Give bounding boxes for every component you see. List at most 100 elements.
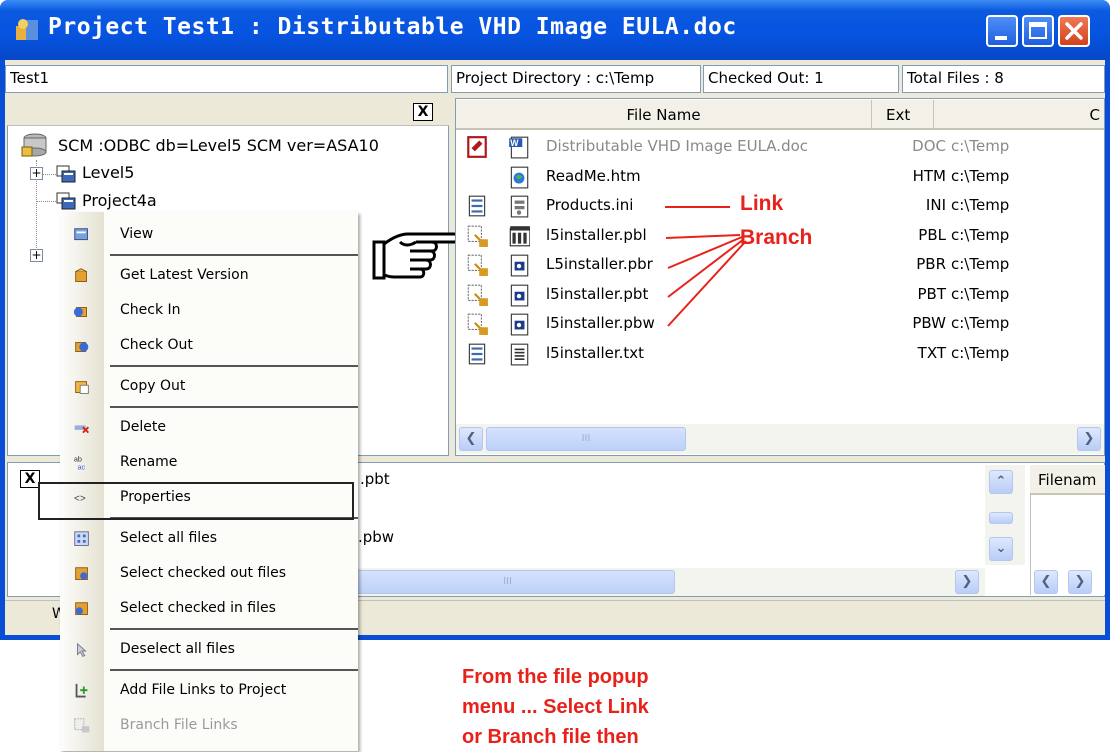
file-directory: c:\Temp — [951, 225, 1010, 244]
tree-close-button[interactable]: X — [413, 103, 433, 121]
branch-file-icon — [467, 254, 489, 276]
tree-expander[interactable]: + — [30, 249, 43, 262]
scroll-left-button[interactable]: ❮ — [459, 427, 483, 451]
column-header-file-name[interactable]: File Name — [456, 100, 872, 130]
view-icon — [72, 226, 90, 244]
menu-item-label: Select checked in files — [120, 600, 276, 616]
select-all-icon — [74, 531, 89, 546]
menu-item-select-checked-out-files[interactable]: Select checked out files — [60, 557, 358, 591]
history-close-button[interactable]: X — [20, 470, 40, 488]
menu-separator — [110, 406, 358, 408]
file-directory: c:\Temp — [951, 137, 1010, 155]
scroll-down-button[interactable]: ⌄ — [989, 537, 1013, 561]
project-folder-icon — [56, 192, 76, 210]
file-directory: c:\Temp — [951, 284, 1010, 303]
word-doc-icon: W — [508, 135, 530, 163]
file-row[interactable]: l5installer.pbt PBT c:\Temp — [456, 281, 1104, 309]
tree-line — [36, 201, 56, 202]
menu-item-label: View — [120, 226, 154, 242]
menu-item-check-out[interactable]: Check Out — [60, 329, 358, 363]
menu-item-check-in[interactable]: Check In — [60, 294, 358, 328]
delete-icon — [72, 419, 90, 437]
file-ext: DOC — [912, 137, 946, 155]
history-row-text: .pbw — [358, 528, 395, 546]
maximize-icon — [1029, 22, 1047, 39]
file-directory: c:\Temp — [951, 314, 1010, 332]
scroll-left-button[interactable]: ❮ — [1034, 570, 1058, 594]
project-folder-icon — [56, 165, 76, 183]
project-directory-field: Project Directory : c:\Temp — [451, 65, 701, 93]
close-window-button[interactable] — [1058, 15, 1090, 47]
menu-item-view[interactable]: View — [60, 218, 358, 252]
menu-item-label: Branch File Links — [120, 717, 238, 733]
file-ext: HTM — [912, 166, 946, 185]
deselect-icon — [72, 641, 90, 659]
tree-expander[interactable]: + — [30, 167, 43, 180]
app-icon[interactable] — [14, 16, 40, 42]
window-title: Project Test1 : Distributable VHD Image … — [48, 14, 737, 40]
minimize-icon — [995, 36, 1007, 40]
svg-text:W: W — [510, 138, 519, 148]
branch-file-icon — [467, 225, 489, 247]
menu-item-add-file-links-to-project[interactable]: Add File Links to Project — [60, 674, 358, 708]
tree-panel-header — [7, 98, 449, 126]
menu-item-get-latest-version[interactable]: Get Latest Version — [60, 259, 358, 293]
scroll-thumb[interactable] — [989, 512, 1013, 524]
file-row[interactable]: ReadMe.htm HTM c:\Temp — [456, 163, 1104, 191]
minimize-button[interactable] — [986, 15, 1018, 47]
file-row[interactable]: l5installer.pbw PBW c:\Temp — [456, 310, 1104, 338]
maximize-button[interactable] — [1022, 15, 1054, 47]
menu-item-select-all-files[interactable]: Select all files — [60, 522, 358, 556]
checked-out-count: Checked Out: 1 — [703, 65, 899, 93]
scroll-thumb[interactable]: III — [486, 427, 686, 451]
tree-item-level5[interactable]: Level5 — [82, 163, 134, 182]
menu-item-rename[interactable]: ab ac Rename — [60, 446, 358, 480]
file-row[interactable]: W Distributable VHD Image EULA.doc DOC c:\T… — [456, 133, 1104, 161]
file-row[interactable]: l5installer.txt TXT c:\Temp — [456, 340, 1104, 368]
file-directory: c:\Temp — [951, 196, 1010, 214]
file-directory: c:\Temp — [951, 166, 1010, 185]
link-file-icon — [468, 343, 486, 364]
scroll-right-button[interactable]: ❯ — [1068, 570, 1092, 594]
project-name-field[interactable]: Test1 — [5, 65, 448, 93]
menu-item-select-checked-in-files[interactable]: Select checked in files — [60, 592, 358, 626]
history-row-text: .pbt — [360, 470, 390, 488]
scroll-thumb[interactable]: III — [340, 570, 675, 594]
menu-item-label: Get Latest Version — [120, 267, 249, 283]
file-directory: c:\Temp — [951, 343, 1010, 362]
svg-text:ac: ac — [77, 462, 85, 471]
annotation-branch-label: Branch — [740, 226, 813, 249]
check-in-icon — [72, 302, 90, 320]
pb-object-icon — [508, 283, 530, 311]
menu-item-copy-out[interactable]: Copy Out — [60, 370, 358, 404]
tree-root-label[interactable]: SCM :ODBC db=Level5 SCM ver=ASA10 — [58, 136, 379, 155]
add-links-icon — [72, 682, 90, 700]
scroll-right-button[interactable]: ❯ — [1077, 427, 1101, 451]
menu-separator — [110, 254, 358, 256]
pb-object-icon — [510, 313, 529, 336]
text-file-icon — [510, 343, 529, 365]
pbl-library-icon — [508, 224, 531, 252]
delete-icon — [74, 425, 90, 434]
scroll-right-button[interactable]: ❯ — [955, 570, 979, 594]
menu-item-delete[interactable]: Delete — [60, 411, 358, 445]
menu-item-branch-file-links[interactable]: Branch File Links — [60, 709, 358, 743]
tree-item-project4a[interactable]: Project4a — [82, 191, 157, 210]
menu-item-label: Check Out — [120, 337, 193, 353]
scroll-up-button[interactable]: ⌃ — [989, 470, 1013, 494]
file-name: l5installer.pbw — [546, 314, 655, 332]
file-name: l5installer.pbt — [546, 284, 649, 303]
column-header-ext[interactable]: Ext — [872, 100, 934, 130]
menu-item-deselect-all-files[interactable]: Deselect all files — [60, 633, 358, 667]
column-header-filename[interactable]: Filenam — [1030, 465, 1105, 495]
link-file-icon — [466, 194, 488, 222]
column-header-c[interactable]: C — [934, 100, 1104, 130]
file-name: Distributable VHD Image EULA.doc — [546, 137, 809, 155]
pb-object-icon — [510, 254, 529, 277]
select-checked-out-icon — [72, 565, 90, 583]
menu-item-label: Select checked out files — [120, 565, 287, 581]
menu-item-label: Rename — [120, 454, 178, 470]
ini-file-icon — [510, 195, 529, 218]
file-row[interactable]: L5installer.pbr PBR c:\Temp — [456, 251, 1104, 279]
menu-separator — [110, 628, 358, 630]
